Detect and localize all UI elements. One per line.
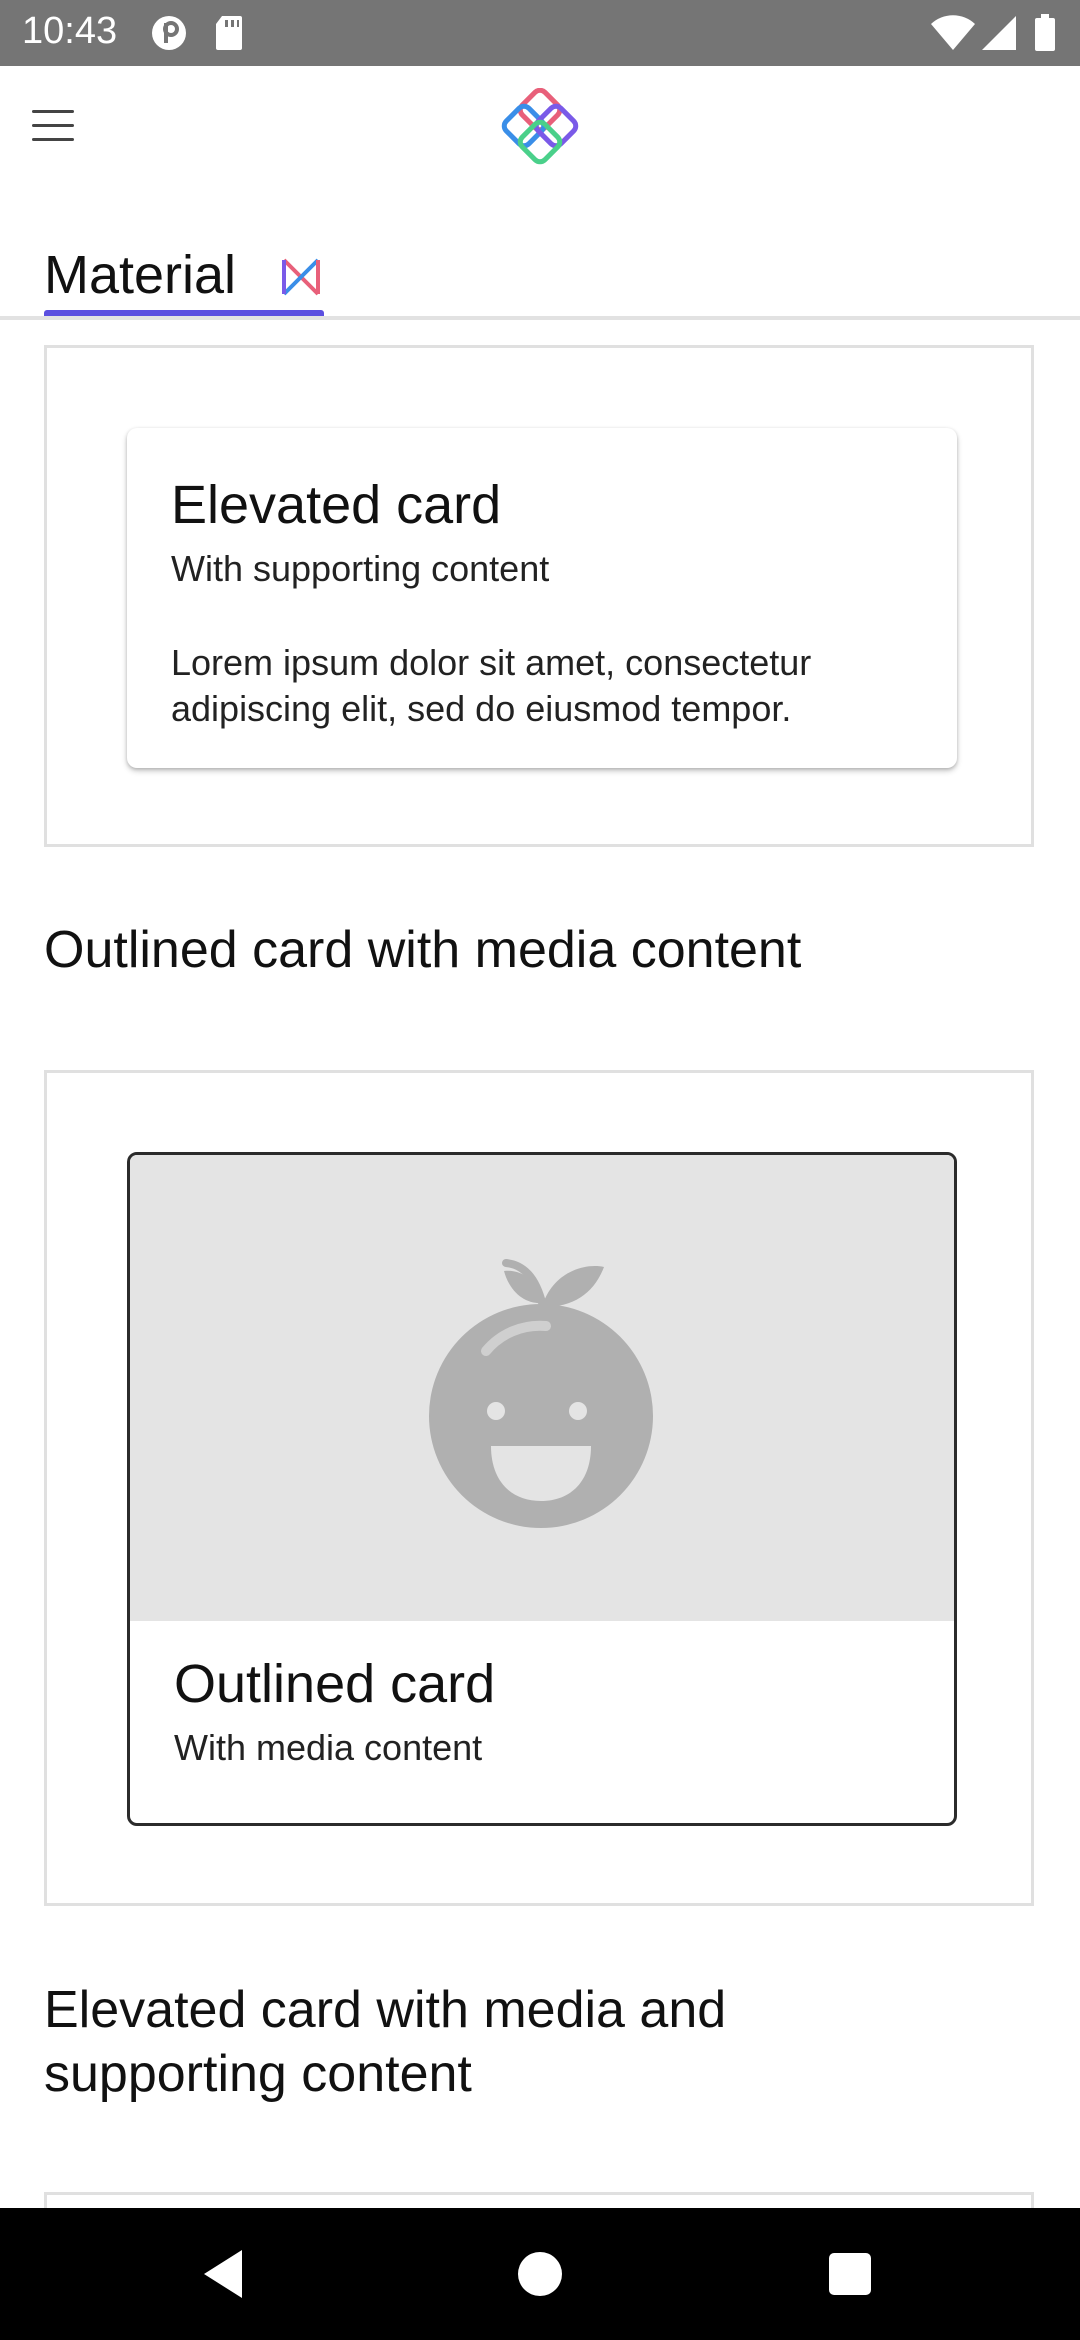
tab-material[interactable]: Material (44, 216, 324, 314)
tabs-divider (0, 316, 1080, 320)
elevated-card[interactable]: Elevated card With supporting content Lo… (127, 428, 957, 768)
card-media (130, 1155, 954, 1621)
outlined-card[interactable]: Outlined card With media content (127, 1152, 957, 1826)
app-logo-icon (496, 87, 584, 176)
material-logo-icon (280, 256, 322, 298)
system-nav-bar (0, 2208, 1080, 2340)
status-time: 10:43 (22, 10, 118, 52)
elevated-card-demo: Elevated card With supporting content Lo… (44, 345, 1034, 847)
section-heading-elevated-media: Elevated card with media and supporting … (44, 1981, 727, 2103)
elevated-card-subtitle: With supporting content (171, 548, 550, 589)
app-notification-icon (150, 14, 188, 57)
recents-icon[interactable] (820, 2244, 880, 2304)
elevated-card-title: Elevated card (171, 475, 502, 535)
tab-material-label: Material (44, 245, 237, 305)
cellular-signal-icon (982, 14, 1018, 57)
status-bar: 10:43 (0, 0, 1080, 66)
fruit-placeholder-icon (429, 1259, 653, 1528)
outlined-card-title: Outlined card (174, 1654, 496, 1714)
home-icon[interactable] (510, 2244, 570, 2304)
outlined-card-subtitle: With media content (174, 1727, 483, 1768)
hamburger-menu-icon[interactable] (24, 96, 84, 156)
section-heading-outlined-media: Outlined card with media content (44, 921, 802, 979)
sd-card-icon (214, 14, 244, 57)
back-icon[interactable] (196, 2244, 256, 2304)
wifi-icon (930, 14, 976, 57)
tab-bar: Material (0, 196, 1080, 320)
outlined-media-card-demo: Outlined card With media content (44, 1070, 1034, 1906)
app-bar (0, 66, 1080, 196)
elevated-card-body: Lorem ipsum dolor sit amet, consectetur … (171, 642, 812, 729)
battery-icon (1034, 14, 1056, 57)
